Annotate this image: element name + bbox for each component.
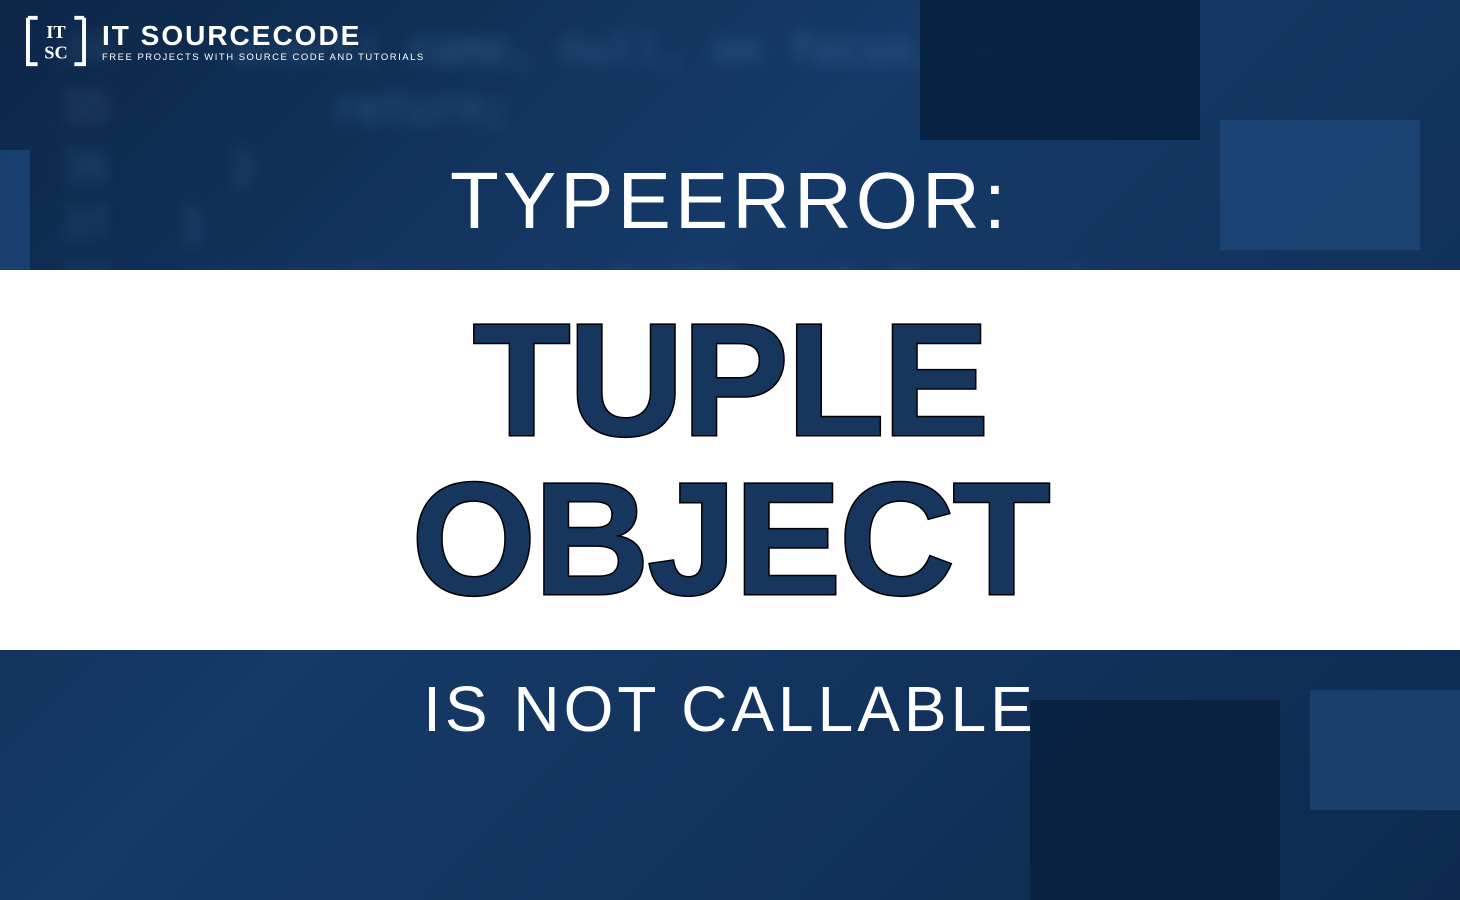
headline-band: TUPLE OBJECT: [0, 270, 1460, 650]
svg-text:SC: SC: [44, 42, 67, 62]
headline-middle-line2: OBJECT: [412, 461, 1049, 618]
brand-tagline: FREE PROJECTS WITH SOURCE CODE AND TUTOR…: [102, 52, 425, 63]
headline-bottom: IS NOT CALLABLE: [0, 672, 1460, 746]
headline-middle-line1: TUPLE: [473, 302, 987, 459]
svg-text:IT: IT: [46, 22, 65, 42]
brand-name: IT SOURCECODE: [102, 20, 425, 52]
logo-icon: IT SC: [22, 12, 90, 70]
brand-logo: IT SC IT SOURCECODE FREE PROJECTS WITH S…: [22, 12, 425, 70]
decorative-square: [920, 0, 1200, 140]
headline-top: TYPEERROR:: [0, 155, 1460, 247]
